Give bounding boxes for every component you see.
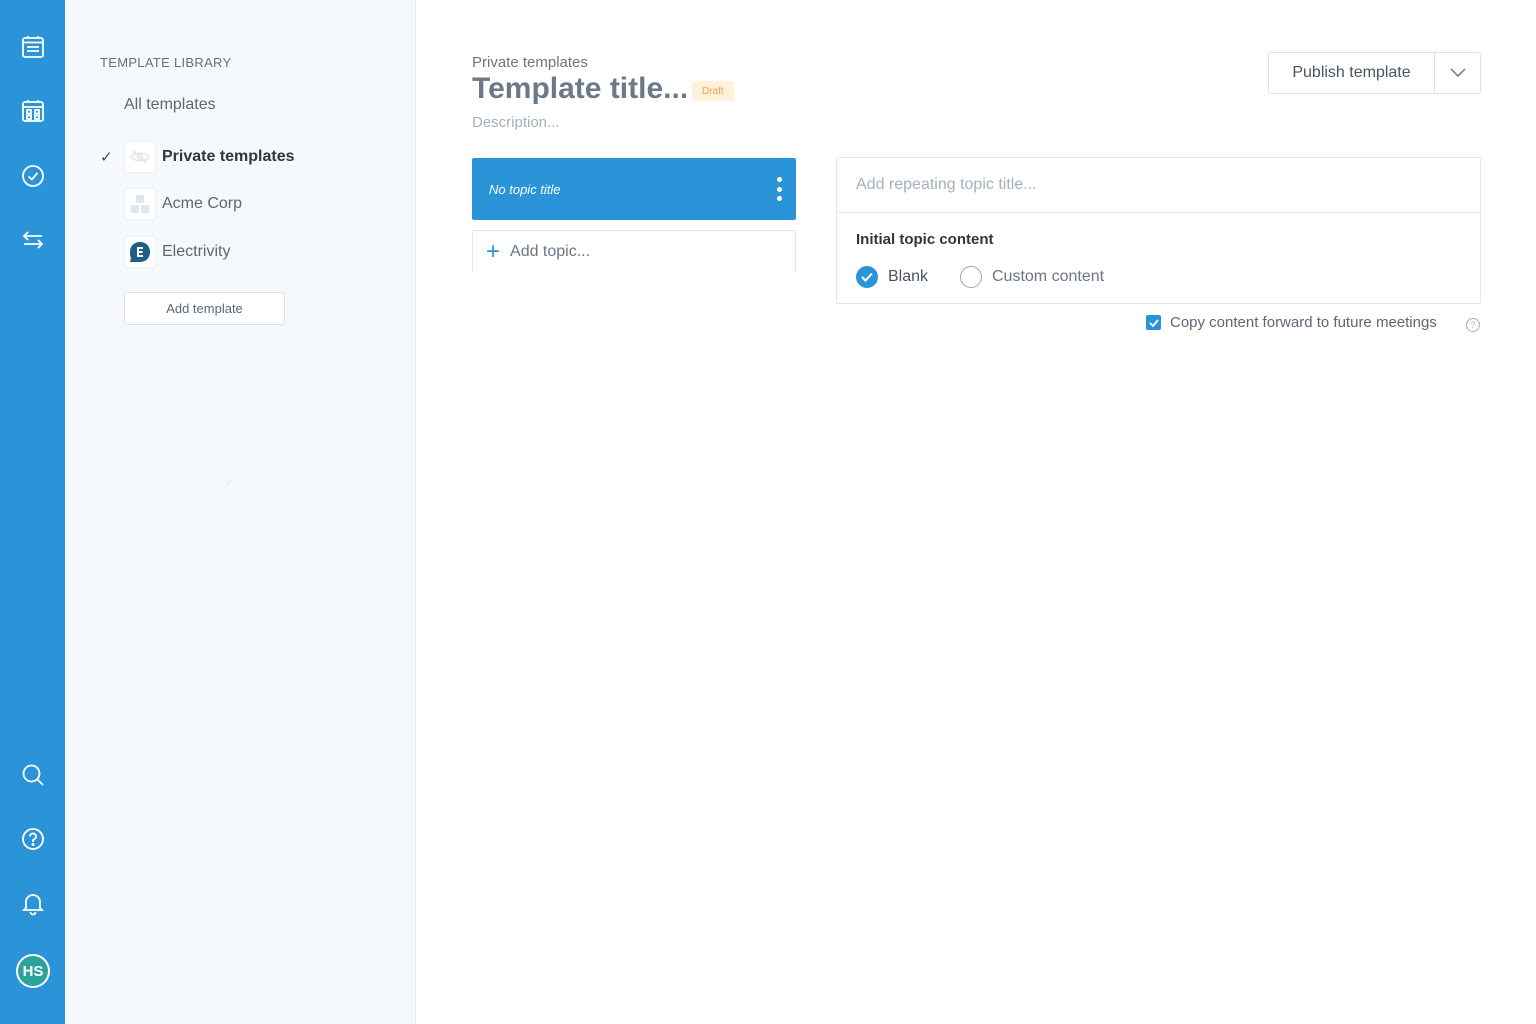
notifications-nav-button[interactable]	[0, 878, 65, 928]
library-item-private-templates[interactable]: ✓ Private templates	[100, 140, 390, 174]
library-item-label: Acme Corp	[162, 195, 243, 212]
search-icon	[22, 764, 44, 786]
help-circle-icon	[21, 828, 44, 850]
publish-options-button[interactable]	[1435, 53, 1480, 93]
check-circle-icon	[21, 165, 44, 187]
help-icon[interactable]: ?	[1466, 318, 1480, 332]
radio-unchecked-icon	[960, 266, 982, 288]
chevron-down-icon	[1449, 68, 1466, 78]
library-item-label: Private templates	[162, 148, 295, 165]
radio-custom-content[interactable]: Custom content	[960, 266, 1104, 288]
user-avatar[interactable]: HS	[16, 954, 50, 988]
library-heading: TEMPLATE LIBRARY	[100, 55, 232, 70]
calendar-grid-icon	[21, 100, 44, 122]
template-library-sidebar: TEMPLATE LIBRARY All templates ✓ Private…	[65, 0, 416, 1024]
selected-check-icon: ✓	[100, 149, 113, 166]
swap-arrows-icon	[22, 231, 43, 249]
electrivity-logo-icon	[124, 236, 156, 268]
search-nav-button[interactable]	[0, 750, 65, 800]
topic-item-selected[interactable]: No topic title	[472, 158, 796, 220]
publish-template-button[interactable]: Publish template	[1269, 53, 1435, 93]
bell-icon	[21, 894, 44, 916]
repeating-topic-title-input[interactable]	[837, 158, 1480, 213]
breadcrumb[interactable]: Private templates	[472, 54, 588, 71]
library-item-label: Electrivity	[162, 243, 231, 260]
initial-content-label: Initial topic content	[856, 231, 994, 248]
library-item-all-templates[interactable]: All templates	[124, 96, 216, 114]
plus-icon: +	[486, 237, 501, 265]
library-item-acme-corp[interactable]: Acme Corp	[100, 187, 390, 221]
tasks-nav-button[interactable]	[0, 151, 65, 201]
radio-label: Blank	[888, 268, 929, 285]
library-item-electrivity[interactable]: Electrivity	[100, 235, 390, 269]
radio-checked-icon	[856, 266, 878, 288]
meetings-nav-button[interactable]	[0, 22, 65, 72]
publish-split-button: Publish template	[1268, 52, 1481, 94]
add-template-button[interactable]: Add template	[124, 292, 285, 325]
radio-blank[interactable]: Blank	[856, 266, 928, 288]
calendar-nav-button[interactable]	[0, 86, 65, 136]
app-rail: HS	[0, 0, 65, 1024]
topic-title: No topic title	[489, 181, 561, 197]
radio-label: Custom content	[992, 268, 1105, 285]
template-title[interactable]: Template title...	[472, 72, 688, 106]
copy-forward-label: Copy content forward to future meetings	[1170, 314, 1437, 331]
copy-forward-checkbox[interactable]: Copy content forward to future meetings	[1146, 314, 1437, 331]
help-nav-button[interactable]	[0, 814, 65, 864]
acme-logo-icon	[124, 188, 156, 220]
topic-settings-panel: Initial topic content Blank Custom conte…	[836, 157, 1481, 304]
template-description[interactable]: Description...	[472, 114, 560, 131]
more-options-icon[interactable]	[774, 177, 784, 201]
add-topic-label: Add topic...	[510, 242, 591, 260]
faint-check-icon: ✓	[225, 477, 235, 489]
add-topic-button[interactable]: + Add topic...	[472, 230, 796, 272]
checkbox-checked-icon	[1146, 315, 1161, 330]
status-badge: Draft	[692, 81, 734, 101]
private-eye-icon	[124, 141, 156, 173]
notes-list-icon	[21, 36, 44, 58]
integrations-nav-button[interactable]	[0, 215, 65, 265]
